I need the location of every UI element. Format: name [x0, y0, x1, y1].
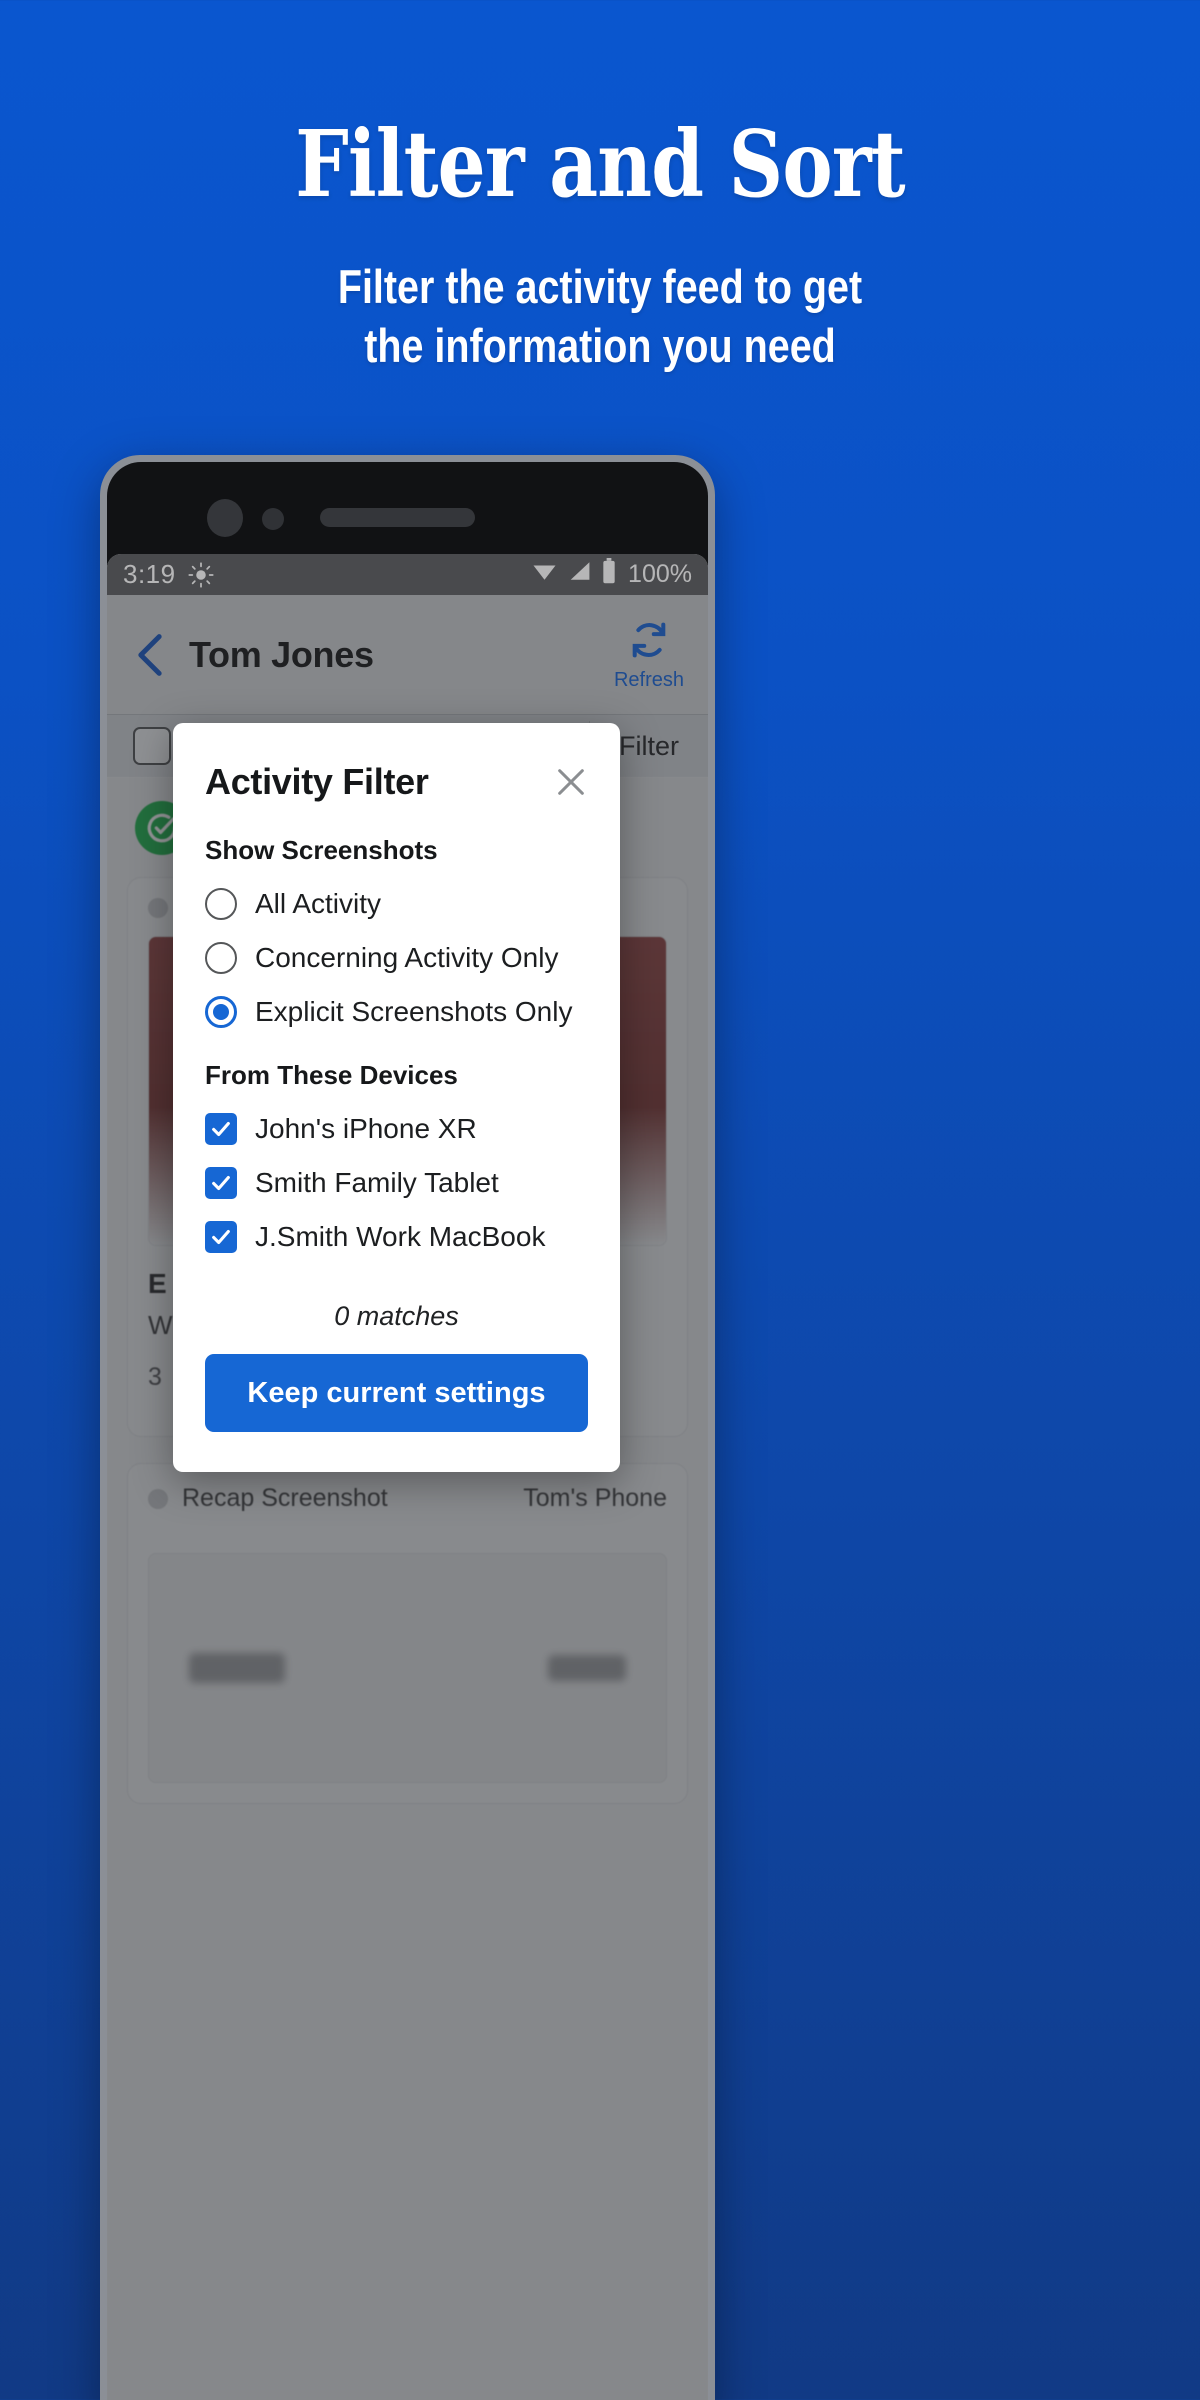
radio-icon-selected[interactable]	[205, 996, 237, 1028]
front-camera-icon	[207, 499, 243, 537]
radio-label: All Activity	[255, 888, 382, 919]
radio-option-all-activity[interactable]: All Activity	[205, 888, 588, 920]
checkbox-label: J.Smith Work MacBook	[255, 1221, 546, 1252]
checkbox-checked-icon[interactable]	[205, 1221, 237, 1253]
phone-notch-row	[107, 499, 708, 537]
dialog-title: Activity Filter	[205, 761, 429, 802]
checkbox-label: John's iPhone XR	[255, 1113, 477, 1144]
page-subtitle-line-2: the information you need	[364, 318, 836, 372]
checkbox-checked-icon[interactable]	[205, 1113, 237, 1145]
checkbox-option-jsmith-work-macbook[interactable]: J.Smith Work MacBook	[205, 1221, 588, 1253]
page-title: Filter and Sort	[295, 110, 905, 218]
hero-section: Filter and Sort Filter the activity feed…	[0, 0, 1200, 376]
radio-label: Concerning Activity Only	[255, 942, 559, 973]
activity-filter-dialog: Activity Filter Show Screenshots All Act…	[173, 723, 620, 1472]
radio-option-concerning-activity-only[interactable]: Concerning Activity Only	[205, 942, 588, 974]
earpiece-speaker	[320, 508, 475, 527]
dialog-header: Activity Filter	[205, 761, 588, 803]
sensor-icon	[262, 508, 284, 530]
checkbox-option-johns-iphone-xr[interactable]: John's iPhone XR	[205, 1113, 588, 1145]
checkbox-checked-icon[interactable]	[205, 1167, 237, 1199]
section-heading-from-these-devices: From These Devices	[205, 1060, 458, 1090]
section-heading-show-screenshots: Show Screenshots	[205, 835, 438, 865]
radio-label: Explicit Screenshots Only	[255, 996, 573, 1027]
page-subtitle-line-1: Filter the activity feed to get	[337, 260, 863, 313]
checkbox-label: Smith Family Tablet	[255, 1167, 499, 1198]
keep-current-settings-button[interactable]: Keep current settings	[205, 1354, 588, 1432]
radio-option-explicit-screenshots-only[interactable]: Explicit Screenshots Only	[205, 996, 588, 1028]
page-subtitle: Filter the activity feed to get the info…	[96, 258, 1104, 376]
checkbox-option-smith-family-tablet[interactable]: Smith Family Tablet	[205, 1167, 588, 1199]
radio-icon[interactable]	[205, 942, 237, 974]
match-count-text: 0 matches	[334, 1301, 459, 1331]
close-icon[interactable]	[554, 765, 588, 799]
radio-icon[interactable]	[205, 888, 237, 920]
